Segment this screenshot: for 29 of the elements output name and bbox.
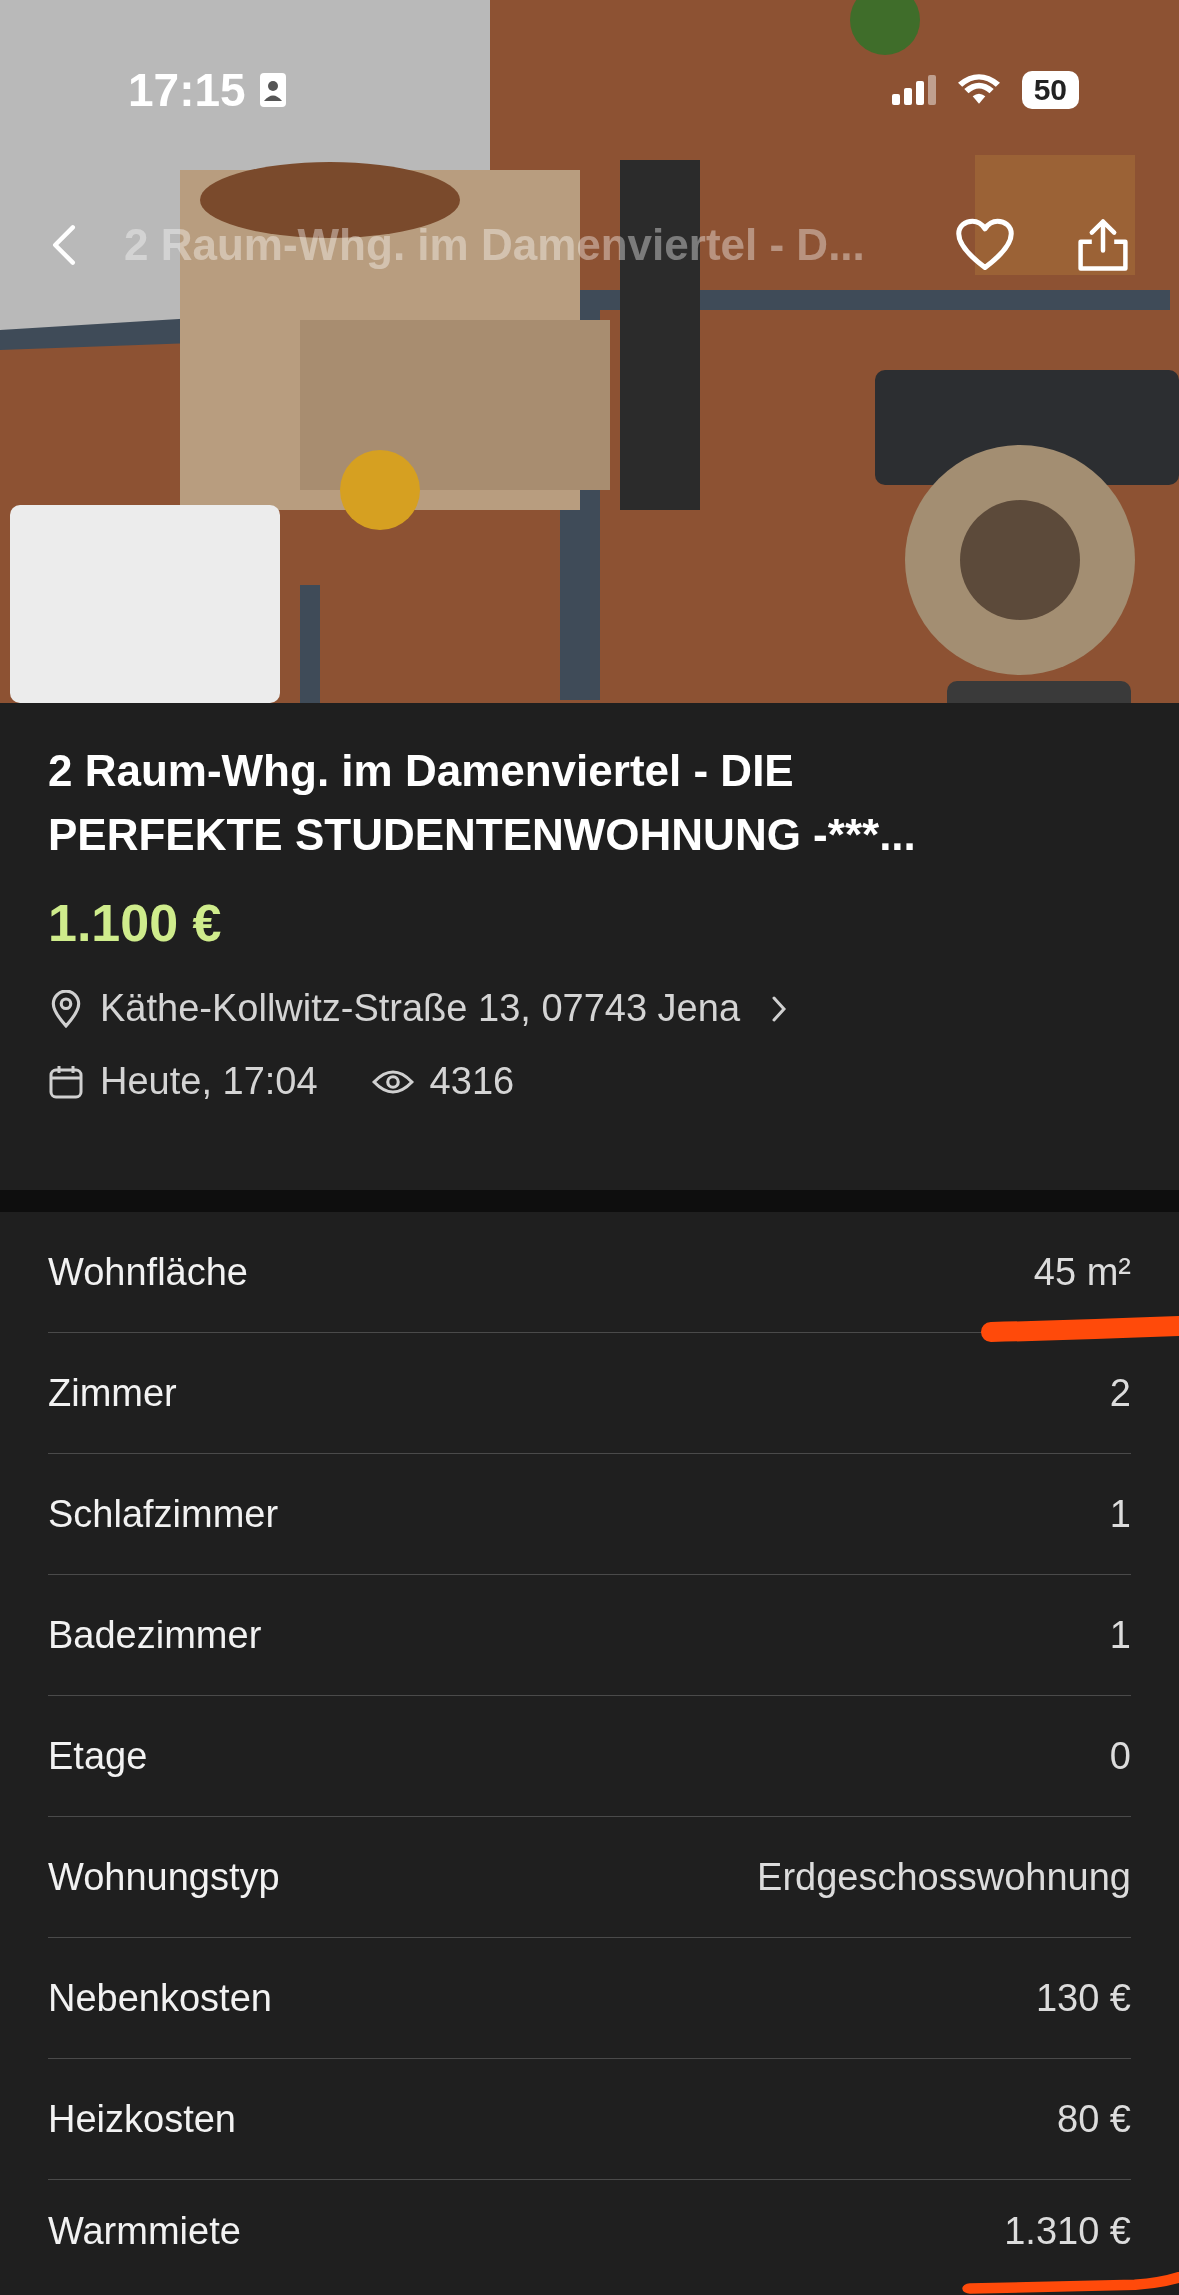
detail-value: 1.310 € <box>1004 2210 1131 2253</box>
signal-icon <box>891 75 936 105</box>
posted-date: Heute, 17:04 <box>100 1060 318 1103</box>
status-time: 17:15 <box>128 63 246 117</box>
detail-value: 0 <box>1109 1734 1131 1778</box>
listing-address[interactable]: Käthe-Kollwitz-Straße 13, 07743 Jena <box>100 987 741 1030</box>
wifi-icon <box>957 74 1000 106</box>
battery-indicator: 50 <box>1021 71 1079 109</box>
listing-title: 2 Raum-Whg. im Damenviertel - DIE PERFEKTE STUDENTENWOHNUNG -***... <box>48 745 917 861</box>
detail-label: Schlafzimmer <box>48 1492 279 1536</box>
detail-value: 1 <box>1109 1613 1131 1657</box>
detail-label: Etage <box>48 1734 148 1778</box>
detail-value: 1 <box>1109 1492 1131 1536</box>
listing-price: 1.100 € <box>48 893 223 953</box>
detail-label: Wohnungstyp <box>48 1855 280 1899</box>
detail-label: Heizkosten <box>48 2097 236 2141</box>
detail-label: Nebenkosten <box>48 1976 272 2020</box>
detail-value: 45 m² <box>1033 1250 1131 1294</box>
detail-value: 130 € <box>1035 1976 1131 2020</box>
detail-label: Wohnfläche <box>48 1250 248 1294</box>
detail-value: Erdgeschosswohnung <box>757 1855 1131 1899</box>
contact-card-icon <box>259 73 286 107</box>
detail-value: 2 <box>1109 1371 1131 1415</box>
detail-label: Warmmiete <box>48 2210 241 2253</box>
view-count: 4316 <box>429 1060 515 1103</box>
detail-label: Badezimmer <box>48 1613 262 1657</box>
detail-value: 80 € <box>1057 2097 1131 2141</box>
chevron-right-icon <box>770 994 789 1023</box>
detail-label: Zimmer <box>48 1371 177 1415</box>
